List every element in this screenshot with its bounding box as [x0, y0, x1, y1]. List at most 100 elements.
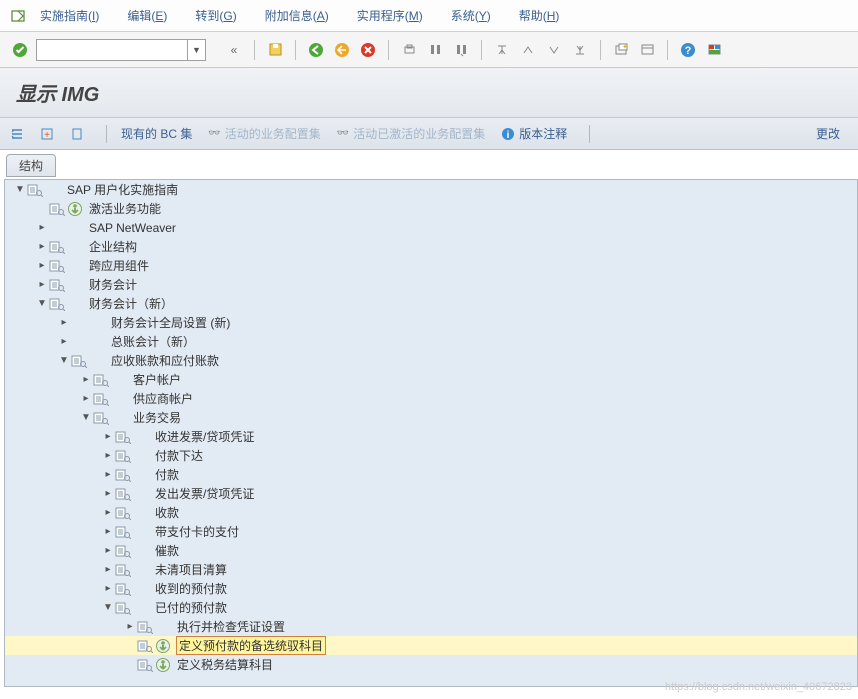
img-activity-icon[interactable] — [49, 201, 65, 217]
img-activity-icon[interactable] — [115, 581, 131, 597]
expander-closed[interactable]: ▸ — [35, 222, 49, 233]
activated-bc-set-button[interactable]: 👓活动已激活的业务配置集 — [337, 125, 485, 142]
tree-row[interactable]: ▸付款下达 — [5, 446, 857, 465]
tree-row[interactable]: ▼应收账款和应付账款 — [5, 351, 857, 370]
exit-icon[interactable] — [332, 40, 352, 60]
expand-subtree-button[interactable] — [10, 128, 24, 140]
img-activity-icon[interactable] — [115, 467, 131, 483]
expander-closed[interactable]: ▸ — [57, 336, 71, 347]
img-activity-icon[interactable] — [93, 372, 109, 388]
expander-closed[interactable]: ▸ — [101, 564, 115, 575]
new-window-icon[interactable]: ✦ — [611, 40, 631, 60]
img-activity-icon[interactable] — [115, 429, 131, 445]
img-activity-icon[interactable] — [93, 410, 109, 426]
tree-row[interactable]: ▼已付的预付款 — [5, 598, 857, 617]
expander-closed[interactable]: ▸ — [101, 526, 115, 537]
img-activity-icon[interactable] — [115, 524, 131, 540]
next-page-icon[interactable] — [544, 40, 564, 60]
tree-row[interactable]: 定义税务结算科目 — [5, 655, 857, 674]
prev-page-icon[interactable] — [518, 40, 538, 60]
execute-icon[interactable] — [67, 201, 83, 217]
img-activity-icon[interactable] — [93, 391, 109, 407]
img-activity-icon[interactable] — [71, 353, 87, 369]
release-notes-button[interactable]: i版本注释 — [501, 125, 567, 142]
expander-closed[interactable]: ▸ — [101, 469, 115, 480]
img-activity-icon[interactable] — [27, 182, 43, 198]
print-icon[interactable] — [399, 40, 419, 60]
expander-closed[interactable]: ▸ — [79, 374, 93, 385]
img-activity-icon[interactable] — [137, 619, 153, 635]
expander-open[interactable]: ▼ — [57, 355, 71, 366]
expander-closed[interactable]: ▸ — [57, 317, 71, 328]
enter-button[interactable] — [10, 40, 30, 60]
expander-closed[interactable]: ▸ — [35, 241, 49, 252]
tree-row[interactable]: ▸未清项目清算 — [5, 560, 857, 579]
expander-closed[interactable]: ▸ — [101, 488, 115, 499]
tree-row[interactable]: ▸企业结构 — [5, 237, 857, 256]
back-icon[interactable] — [306, 40, 326, 60]
app-menu-icon[interactable] — [10, 8, 26, 24]
expander-closed[interactable]: ▸ — [35, 260, 49, 271]
layout-icon[interactable] — [637, 40, 657, 60]
expander-closed[interactable]: ▸ — [35, 279, 49, 290]
expander-closed[interactable]: ▸ — [101, 431, 115, 442]
add-to-worklist-button[interactable]: + — [40, 127, 54, 141]
change-button[interactable]: 更改 — [816, 125, 840, 142]
tree-row[interactable]: ▸催款 — [5, 541, 857, 560]
local-layout-icon[interactable] — [704, 40, 724, 60]
expander-closed[interactable]: ▸ — [101, 545, 115, 556]
find-next-icon[interactable] — [451, 40, 471, 60]
tree-row[interactable]: ▸客户帐户 — [5, 370, 857, 389]
menu-h[interactable]: 帮助(H) — [519, 9, 560, 23]
expander-closed[interactable]: ▸ — [101, 507, 115, 518]
expander-closed[interactable]: ▸ — [101, 450, 115, 461]
chevron-down-icon[interactable]: ▼ — [187, 40, 205, 60]
tree-row[interactable]: ▸收进发票/贷项凭证 — [5, 427, 857, 446]
tree-row[interactable]: ▸付款 — [5, 465, 857, 484]
menu-e[interactable]: 编辑(E) — [127, 9, 167, 23]
tree-row[interactable]: ▸跨应用组件 — [5, 256, 857, 275]
img-activity-icon[interactable] — [115, 486, 131, 502]
tree-row[interactable]: ▼财务会计（新） — [5, 294, 857, 313]
expander-open[interactable]: ▼ — [101, 602, 115, 613]
tree-row[interactable]: ▸SAP NetWeaver — [5, 218, 857, 237]
menu-m[interactable]: 实用程序(M) — [357, 9, 423, 23]
tree-row[interactable]: ▼SAP 用户化实施指南 — [5, 180, 857, 199]
tree-row[interactable]: ▸收到的预付款 — [5, 579, 857, 598]
img-activity-icon[interactable] — [115, 543, 131, 559]
first-page-icon[interactable] — [492, 40, 512, 60]
tree-row[interactable]: ▸发出发票/贷项凭证 — [5, 484, 857, 503]
expander-closed[interactable]: ▸ — [101, 583, 115, 594]
active-bc-set-button[interactable]: 👓活动的业务配置集 — [208, 125, 320, 142]
img-activity-icon[interactable] — [115, 600, 131, 616]
help-icon[interactable]: ? — [678, 40, 698, 60]
tree-row[interactable]: ▸收款 — [5, 503, 857, 522]
expander-open[interactable]: ▼ — [35, 298, 49, 309]
img-activity-icon[interactable] — [49, 296, 65, 312]
command-field[interactable]: ▼ — [36, 39, 206, 61]
menu-y[interactable]: 系统(Y) — [451, 9, 491, 23]
img-tree[interactable]: ▼SAP 用户化实施指南激活业务功能▸SAP NetWeaver▸企业结构▸跨应… — [4, 179, 858, 687]
bc-set-button[interactable]: 现有的 BC 集 — [121, 125, 192, 142]
menu-i[interactable]: 实施指南(I) — [40, 9, 99, 23]
tree-row[interactable]: ▸财务会计全局设置 (新) — [5, 313, 857, 332]
tree-row[interactable]: ▸总账会计（新） — [5, 332, 857, 351]
tree-row[interactable]: ▸财务会计 — [5, 275, 857, 294]
where-used-button[interactable] — [70, 127, 84, 141]
tree-row[interactable]: ▼业务交易 — [5, 408, 857, 427]
menu-a[interactable]: 附加信息(A) — [265, 9, 329, 23]
collapse-left-icon[interactable]: « — [224, 40, 244, 60]
img-activity-icon[interactable] — [49, 258, 65, 274]
img-activity-icon[interactable] — [115, 562, 131, 578]
last-page-icon[interactable] — [570, 40, 590, 60]
tree-row[interactable]: 定义预付款的备选统驭科目 — [5, 636, 857, 655]
expander-closed[interactable]: ▸ — [79, 393, 93, 404]
execute-icon[interactable] — [155, 638, 171, 654]
expander-open[interactable]: ▼ — [79, 412, 93, 423]
tree-row[interactable]: ▸带支付卡的支付 — [5, 522, 857, 541]
img-activity-icon[interactable] — [49, 277, 65, 293]
img-activity-icon[interactable] — [137, 638, 153, 654]
execute-icon[interactable] — [155, 657, 171, 673]
find-icon[interactable] — [425, 40, 445, 60]
expander-open[interactable]: ▼ — [13, 184, 27, 195]
